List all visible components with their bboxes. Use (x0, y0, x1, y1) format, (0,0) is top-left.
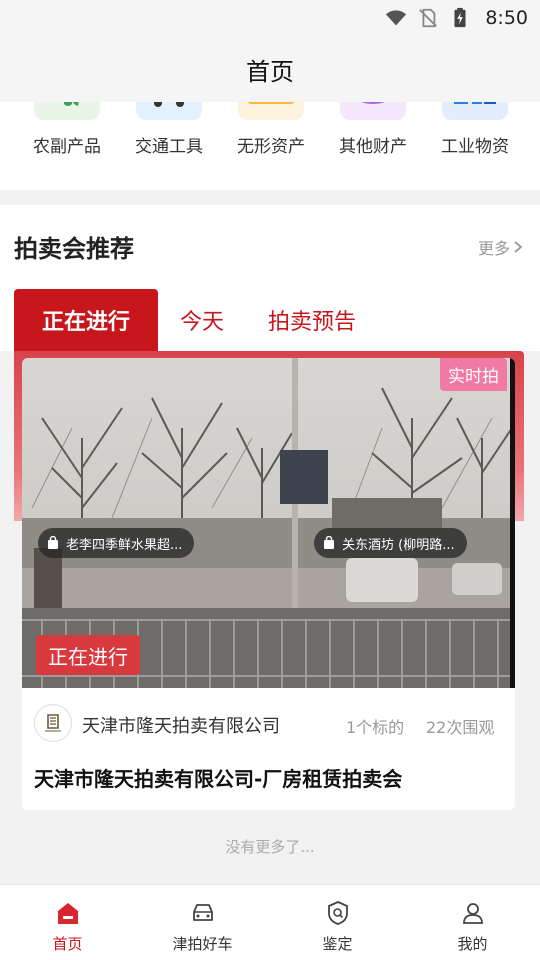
map-shop-tag: 关东酒坊 (柳明路... (314, 528, 467, 558)
svg-text:+: + (278, 102, 288, 104)
tab-preview[interactable]: 拍卖预告 (250, 289, 374, 351)
chevron-right-icon (514, 241, 523, 253)
status-bar: 8:50 (0, 0, 540, 36)
nav-label: 首页 (52, 935, 83, 953)
nav-label: 津拍好车 (172, 935, 233, 953)
home-icon (58, 903, 78, 924)
auction-photo: 实时拍 老李四季鲜水果超... 关东酒坊 (柳明路... 正在进行 (22, 358, 515, 688)
category-label: 工业物资 (441, 137, 509, 157)
more-label: 更多 (477, 239, 510, 258)
shop-tag-label: 关东酒坊 (柳明路... (342, 537, 455, 553)
category-intangible[interactable]: + 无形资产 (226, 102, 316, 190)
auction-status-label: 正在进行 (36, 635, 140, 675)
category-industrial[interactable]: 工业物资 (430, 102, 520, 190)
nav-good-cars[interactable]: 津拍好车 (135, 885, 270, 960)
category-vehicles[interactable]: 交通工具 (124, 102, 214, 190)
nav-profile[interactable]: 我的 (405, 885, 540, 960)
category-other-property[interactable]: 其他财产 (328, 102, 418, 190)
page-title: 首页 (246, 57, 294, 86)
no-sim-icon (419, 8, 438, 28)
category-label: 其他财产 (339, 137, 407, 157)
live-auction-badge: 实时拍 (440, 358, 507, 391)
tab-in-progress[interactable]: 正在进行 (14, 289, 158, 351)
produce-icon (34, 102, 100, 120)
nav-label: 我的 (457, 935, 488, 953)
auction-card[interactable]: 实时拍 老李四季鲜水果超... 关东酒坊 (柳明路... 正在进行 天津市隆天拍… (22, 358, 515, 810)
category-label: 交通工具 (135, 137, 203, 157)
appraisal-shield-icon (328, 901, 348, 925)
bottom-nav: 首页 津拍好车 鉴定 我的 (0, 884, 540, 960)
map-shop-tag: 老李四季鲜水果超... (38, 528, 195, 558)
nav-appraisal[interactable]: 鉴定 (270, 885, 405, 960)
shopping-bag-icon (48, 536, 58, 549)
company-logo (34, 704, 72, 742)
property-icon (340, 102, 406, 120)
category-label: 农副产品 (33, 137, 101, 157)
shop-tag-label: 老李四季鲜水果超... (66, 537, 183, 553)
category-produce[interactable]: 农副产品 (22, 102, 112, 190)
app-header: 首页 (0, 36, 540, 102)
auction-tabs: 正在进行 今天 拍卖预告 (0, 289, 540, 351)
battery-charging-icon (454, 7, 466, 28)
status-time: 8:50 (485, 7, 528, 29)
nav-label: 鉴定 (322, 935, 353, 953)
asset-card-icon: + (238, 102, 304, 120)
more-link[interactable]: 更多 (478, 235, 524, 259)
category-grid: 农副产品 交通工具 + 无形资产 其他财产 工业物资 (0, 102, 540, 190)
wifi-icon (386, 10, 407, 26)
auction-recommend-section: 拍卖会推荐 更多 正在进行 今天 拍卖预告 实时拍 老李四季鲜水果超... 关东… (0, 205, 540, 865)
company-name: 天津市隆天拍卖有限公司 (82, 716, 280, 737)
auction-title: 天津市隆天拍卖有限公司-厂房租赁拍卖会 (34, 767, 403, 791)
profile-icon (463, 903, 483, 924)
company-row: 天津市隆天拍卖有限公司 1个标的 22次围观 (22, 704, 515, 744)
category-label: 无形资产 (237, 137, 305, 157)
lot-count: 1个标的 (346, 718, 405, 737)
list-end-note: 没有更多了... (225, 838, 315, 856)
car-icon (193, 904, 213, 921)
truck-icon (136, 102, 202, 120)
nav-home[interactable]: 首页 (0, 885, 135, 960)
tab-today[interactable]: 今天 (160, 289, 244, 351)
section-header: 拍卖会推荐 更多 (0, 205, 540, 289)
section-title: 拍卖会推荐 (14, 235, 134, 263)
view-count: 22次围观 (426, 718, 495, 737)
shopping-bag-icon (324, 536, 334, 549)
industry-icon (442, 102, 508, 120)
